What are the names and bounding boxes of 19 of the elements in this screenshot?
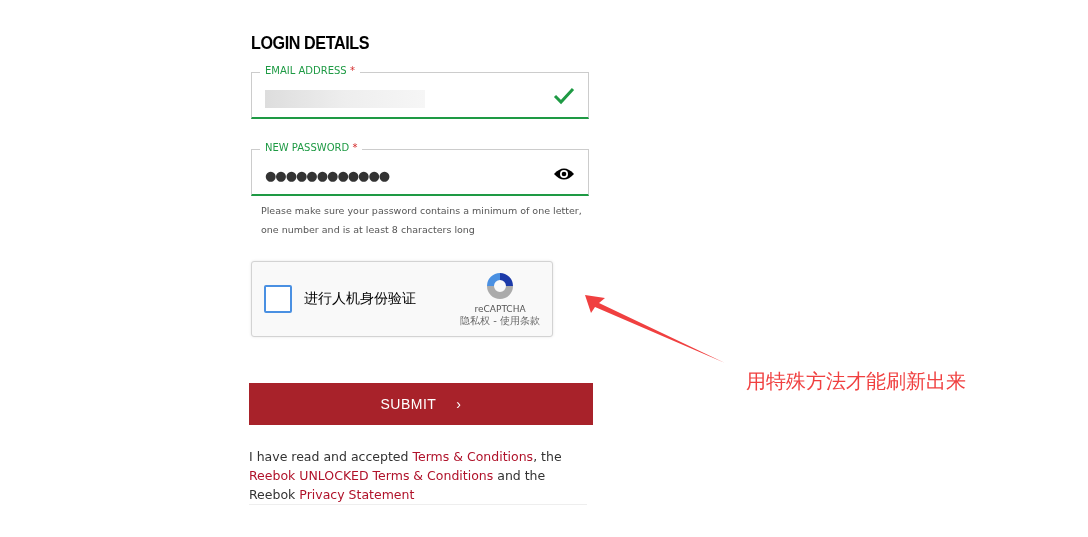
field-label: EMAIL ADDRESS * <box>260 65 360 76</box>
input-field[interactable]: EMAIL ADDRESS * <box>251 64 589 119</box>
terms-link[interactable]: Reebok UNLOCKED Terms & Conditions <box>249 468 494 483</box>
field-label: NEW PASSWORD * <box>260 142 363 153</box>
check-icon <box>553 87 575 105</box>
eye-icon[interactable] <box>553 167 575 181</box>
captcha-links[interactable]: 隐私权 - 使用条款 <box>460 314 540 328</box>
masked-password: ●●●●●●●●●●●● <box>265 168 390 183</box>
terms-link[interactable]: Privacy Statement <box>299 487 415 502</box>
submit-button[interactable]: SUBMIT › <box>249 383 593 425</box>
terms-statement: I have read and accepted Terms & Conditions, the Reebok UNLOCKED Terms & Conditions and the Reebok Privacy Statement <box>249 447 587 505</box>
input-field[interactable]: NEW PASSWORD * ●●●●●●●●●●●● <box>251 141 589 196</box>
password-hint: Please make sure your password contains a minimum of one letter, one number and is at least 8 characters long <box>261 204 583 237</box>
annotation-text: 用特殊方法才能刷新出来 <box>746 368 966 395</box>
captcha-checkbox[interactable] <box>264 285 292 313</box>
captcha-label: 进行人机身份验证 <box>304 290 417 308</box>
captcha-brand: reCAPTCHA <box>474 304 526 314</box>
recaptcha-logo-icon <box>484 270 516 302</box>
section-heading: LOGIN DETAILS <box>251 32 370 54</box>
